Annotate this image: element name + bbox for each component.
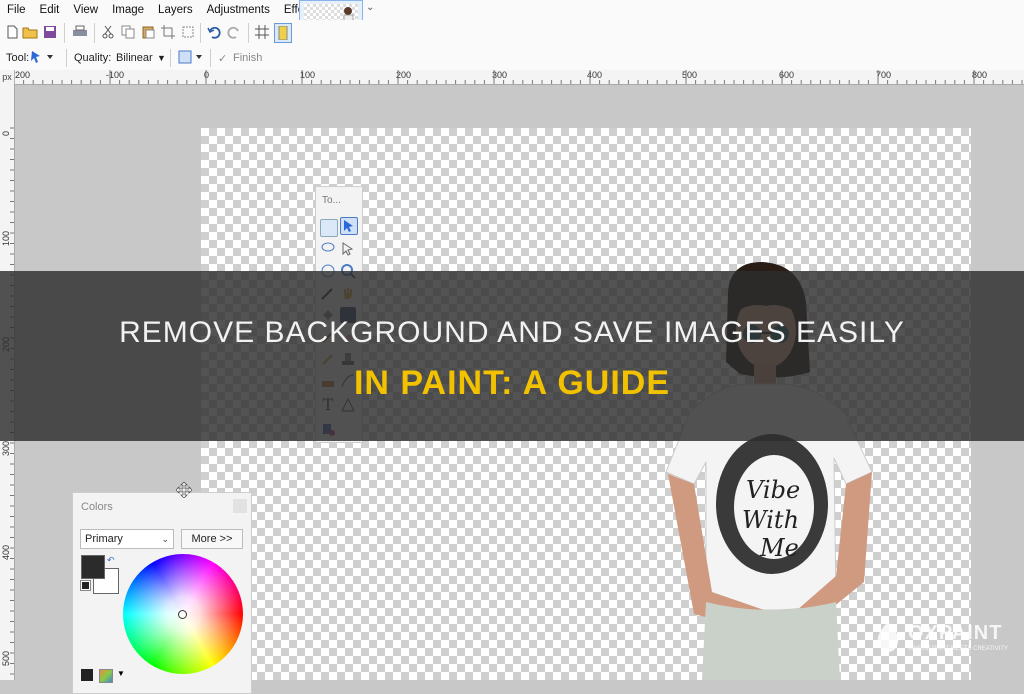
finish-button[interactable]: Finish <box>233 52 262 64</box>
quality-chevron-icon[interactable]: ▼ <box>157 53 166 63</box>
shirt-text: Vibe <box>746 476 800 504</box>
grid-icon[interactable] <box>254 24 270 40</box>
menu-edit[interactable]: Edit <box>33 0 67 20</box>
move-selected-tool-icon[interactable] <box>340 217 358 235</box>
title-overlay <box>0 271 1024 441</box>
redo-icon[interactable] <box>226 24 242 40</box>
color-mode-value: Primary <box>85 533 123 545</box>
new-file-icon[interactable] <box>4 24 20 40</box>
menu-image[interactable]: Image <box>105 0 151 20</box>
chevron-down-icon: ⌄ <box>161 534 169 544</box>
print-icon[interactable] <box>72 24 88 40</box>
h-ruler-ticks <box>14 70 1023 84</box>
color-wheel[interactable] <box>123 554 243 674</box>
move-selection-tool-icon[interactable] <box>340 241 356 257</box>
more-colors-button[interactable]: More >> <box>181 529 243 549</box>
palette-chevron-icon[interactable]: ▼ <box>117 669 125 678</box>
undo-icon[interactable] <box>206 24 222 40</box>
color-mode-dropdown[interactable]: Primary ⌄ <box>80 529 174 549</box>
title-line-2: IN PAINT: A GUIDE <box>353 364 671 402</box>
menu-adjustments[interactable]: Adjustments <box>200 0 277 20</box>
ruler-unit: px <box>0 70 14 84</box>
tab-list-chevron-icon[interactable]: ⌄ <box>366 2 374 13</box>
watermark-tagline: WHERE PAINT MEETS CREATIVITY <box>908 646 1009 652</box>
tool-options-bar: Tool: Quality: Bilinear ▼ ✓ Finish <box>0 46 1024 71</box>
move-cursor-icon <box>176 482 192 498</box>
watermark-logo: OXPAINT WHERE PAINT MEETS CREATIVITY <box>872 620 1012 660</box>
palette-primary-icon[interactable] <box>81 669 93 681</box>
quality-dropdown[interactable]: Bilinear <box>116 52 153 64</box>
watermark-name: OXPAINT <box>908 622 1003 644</box>
copy-icon[interactable] <box>120 24 136 40</box>
crop-icon[interactable] <box>160 24 176 40</box>
colors-panel-title: Colors <box>81 501 113 513</box>
ruler-toggle-icon[interactable] <box>274 23 292 43</box>
quality-label: Quality: <box>74 52 112 64</box>
lasso-tool-icon[interactable] <box>320 241 336 257</box>
rectangle-select-tool-icon[interactable] <box>320 219 338 237</box>
svg-text:With: With <box>742 506 799 534</box>
horizontal-ruler: 200 -100 0 100 200 300 400 500 700 800 6… <box>14 70 1024 85</box>
main-toolbar <box>0 20 1024 46</box>
title-line-1: REMOVE BACKGROUND AND SAVE IMAGES EASILY <box>119 316 905 349</box>
reset-colors-icon[interactable] <box>80 580 91 591</box>
move-selection-tool-icon[interactable] <box>30 49 56 68</box>
menu-layers[interactable]: Layers <box>151 0 200 20</box>
tool-label: Tool: <box>6 52 30 64</box>
close-panel-button[interactable] <box>233 499 247 513</box>
deselect-icon[interactable] <box>180 24 196 40</box>
selection-mode-icon[interactable] <box>178 50 206 67</box>
primary-color-swatch[interactable] <box>81 555 105 579</box>
cut-icon[interactable] <box>100 24 116 40</box>
paste-icon[interactable] <box>140 24 156 40</box>
svg-text:Me: Me <box>759 534 799 562</box>
open-folder-icon[interactable] <box>22 24 38 40</box>
menu-bar: File Edit View Image Layers Adjustments … <box>0 0 1024 20</box>
swap-colors-icon[interactable]: ↶ <box>107 555 115 566</box>
save-icon[interactable] <box>42 24 58 40</box>
finish-check-icon: ✓ <box>218 52 228 65</box>
menu-file[interactable]: File <box>0 0 33 20</box>
palette-icon[interactable] <box>99 669 113 683</box>
paint-drop-logo-icon <box>877 622 899 652</box>
menu-view[interactable]: View <box>66 0 105 20</box>
color-wheel-selector[interactable] <box>178 610 187 619</box>
tools-panel-title: To... <box>322 195 341 206</box>
colors-panel: Colors Primary ⌄ More >> ↶ ▼ <box>72 492 252 694</box>
